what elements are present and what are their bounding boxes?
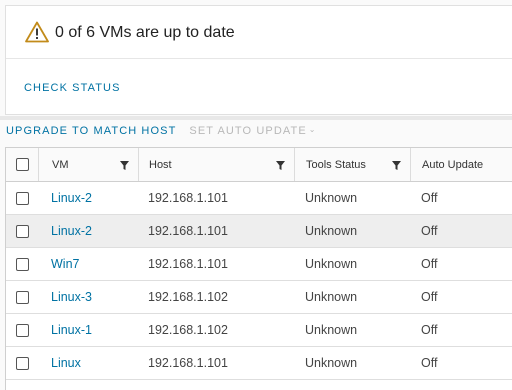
row-select-cell bbox=[6, 347, 38, 379]
row-checkbox[interactable] bbox=[15, 356, 29, 370]
host-cell: 192.168.1.101 bbox=[148, 224, 228, 238]
auto-update-cell: Off bbox=[421, 191, 438, 205]
tools-status-cell: Unknown bbox=[305, 191, 358, 205]
warning-icon bbox=[25, 21, 49, 43]
host-cell: 192.168.1.101 bbox=[148, 257, 228, 271]
vm-status-title: 0 of 6 VMs are up to date bbox=[55, 23, 235, 41]
column-header-tools-status-label: Tools Status bbox=[306, 158, 366, 171]
column-header-auto-update[interactable]: Auto Update bbox=[410, 148, 512, 181]
row-checkbox[interactable] bbox=[15, 290, 29, 304]
column-header-auto-update-label: Auto Update bbox=[422, 158, 484, 171]
tools-status-cell: Unknown bbox=[305, 257, 358, 271]
action-bar: UPGRADE TO MATCH HOST SET AUTO UPDATE ⌄ bbox=[6, 125, 317, 137]
column-header-tools-status[interactable]: Tools Status bbox=[294, 148, 410, 181]
vm-name-link[interactable]: Linux-2 bbox=[38, 182, 138, 214]
row-select-cell bbox=[6, 182, 38, 214]
table-row[interactable]: Linux 192.168.1.101 Unknown Off bbox=[6, 347, 512, 380]
column-header-host-label: Host bbox=[149, 158, 172, 171]
table-row[interactable]: Linux-1 192.168.1.102 Unknown Off bbox=[6, 314, 512, 347]
row-select-cell bbox=[6, 281, 38, 313]
filter-icon[interactable] bbox=[392, 161, 401, 170]
tools-status-cell: Unknown bbox=[305, 356, 358, 370]
column-header-vm[interactable]: VM bbox=[38, 148, 138, 181]
set-auto-update-label: SET AUTO UPDATE bbox=[189, 125, 307, 137]
vm-name-link[interactable]: Linux bbox=[38, 347, 138, 379]
host-cell: 192.168.1.101 bbox=[148, 356, 228, 370]
tools-status-cell: Unknown bbox=[305, 323, 358, 337]
vm-status-header: 0 of 6 VMs are up to date bbox=[6, 6, 512, 59]
row-checkbox[interactable] bbox=[15, 323, 29, 337]
check-status-button[interactable]: CHECK STATUS bbox=[24, 82, 121, 94]
host-cell: 192.168.1.102 bbox=[148, 323, 228, 337]
row-checkbox[interactable] bbox=[15, 257, 29, 271]
vm-name-link[interactable]: Linux-1 bbox=[38, 314, 138, 346]
auto-update-cell: Off bbox=[421, 224, 438, 238]
section-divider bbox=[0, 116, 512, 120]
set-auto-update-dropdown: SET AUTO UPDATE ⌄ bbox=[189, 125, 316, 137]
table-row[interactable]: Linux-2 192.168.1.101 Unknown Off bbox=[6, 215, 512, 248]
vm-status-card: 0 of 6 VMs are up to date CHECK STATUS bbox=[5, 5, 512, 115]
filter-icon[interactable] bbox=[120, 161, 129, 170]
auto-update-cell: Off bbox=[421, 290, 438, 304]
filter-icon[interactable] bbox=[276, 161, 285, 170]
column-header-vm-label: VM bbox=[52, 158, 69, 171]
auto-update-cell: Off bbox=[421, 356, 438, 370]
auto-update-cell: Off bbox=[421, 257, 438, 271]
tools-status-cell: Unknown bbox=[305, 224, 358, 238]
select-all-checkbox[interactable] bbox=[15, 158, 29, 171]
select-all-cell bbox=[6, 148, 38, 181]
host-cell: 192.168.1.102 bbox=[148, 290, 228, 304]
column-header-host[interactable]: Host bbox=[138, 148, 294, 181]
vm-table: VM Host Tools Status Auto Update Linux-2… bbox=[5, 147, 512, 390]
chevron-down-icon: ⌄ bbox=[308, 125, 317, 134]
auto-update-cell: Off bbox=[421, 323, 438, 337]
upgrade-to-match-host-button[interactable]: UPGRADE TO MATCH HOST bbox=[6, 125, 176, 137]
vm-name-link[interactable]: Linux-2 bbox=[38, 215, 138, 247]
table-row[interactable]: Linux-2 192.168.1.101 Unknown Off bbox=[6, 182, 512, 215]
table-row[interactable]: Linux-3 192.168.1.102 Unknown Off bbox=[6, 281, 512, 314]
host-cell: 192.168.1.101 bbox=[148, 191, 228, 205]
row-checkbox[interactable] bbox=[15, 224, 29, 238]
row-select-cell bbox=[6, 314, 38, 346]
tools-status-cell: Unknown bbox=[305, 290, 358, 304]
vm-name-link[interactable]: Linux-3 bbox=[38, 281, 138, 313]
table-header: VM Host Tools Status Auto Update bbox=[6, 148, 512, 182]
vm-name-link[interactable]: Win7 bbox=[38, 248, 138, 280]
row-checkbox[interactable] bbox=[15, 191, 29, 205]
row-select-cell bbox=[6, 248, 38, 280]
row-select-cell bbox=[6, 215, 38, 247]
table-row[interactable]: Win7 192.168.1.101 Unknown Off bbox=[6, 248, 512, 281]
